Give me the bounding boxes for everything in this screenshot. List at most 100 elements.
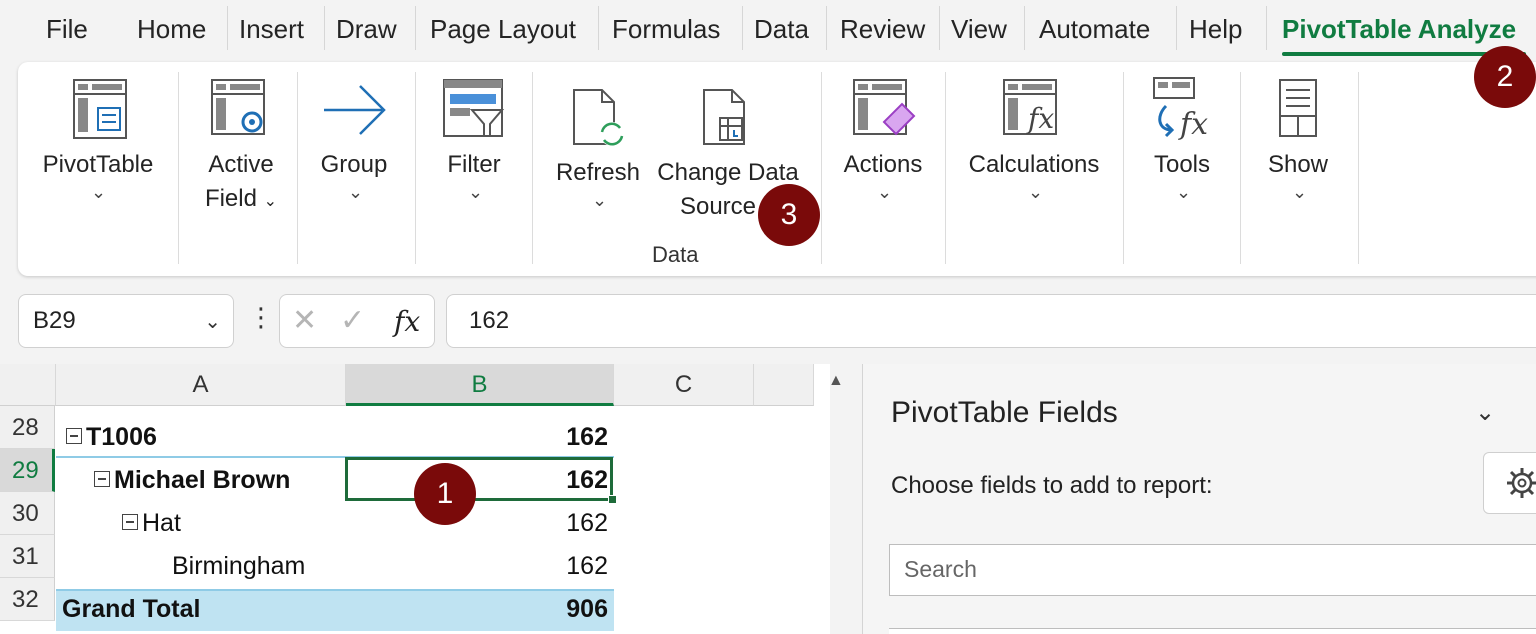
pane-settings-button[interactable]	[1483, 452, 1536, 514]
actions-label: Actions	[843, 151, 923, 178]
actions-button[interactable]: Actions ⌄	[828, 72, 938, 262]
chevron-down-icon: ⌄	[468, 182, 484, 202]
pivottable-label: PivotTable	[42, 151, 154, 178]
tab-insert[interactable]: Insert	[239, 14, 304, 45]
name-box[interactable]: B29 ⌄	[18, 294, 234, 348]
pivot-cell-label[interactable]: Birmingham	[172, 545, 305, 588]
fill-handle[interactable]	[608, 495, 617, 504]
gear-icon	[1507, 468, 1536, 498]
name-box-value: B29	[33, 307, 76, 334]
tab-separator	[1024, 6, 1025, 50]
row-header[interactable]: 29	[0, 449, 55, 492]
chevron-down-icon[interactable]: ⌄	[1475, 398, 1495, 427]
grand-total-value[interactable]: 906	[346, 588, 614, 631]
filter-icon	[443, 79, 505, 137]
ribbon-separator	[1240, 72, 1241, 264]
column-header-c[interactable]: C	[614, 364, 754, 406]
select-all-corner[interactable]	[0, 364, 56, 406]
collapse-icon[interactable]	[122, 514, 138, 531]
tab-pivottable-analyze[interactable]: PivotTable Analyze	[1282, 14, 1516, 45]
grand-total-label[interactable]: Grand Total	[62, 588, 200, 631]
formula-input[interactable]: 162	[446, 294, 1536, 348]
step-badge-3: 3	[758, 184, 820, 246]
more-options-icon[interactable]: ⋮	[248, 302, 274, 333]
row-header[interactable]: 31	[0, 535, 55, 578]
tab-formulas[interactable]: Formulas	[612, 14, 720, 45]
enter-icon[interactable]: ✓	[340, 303, 365, 338]
tab-separator	[939, 6, 940, 50]
refresh-icon	[573, 89, 624, 146]
pivottable-icon	[73, 79, 127, 139]
pivot-cell-value[interactable]: 162	[346, 502, 614, 545]
formula-buttons: ✕ ✓ fx	[279, 294, 435, 348]
refresh-button[interactable]: Refresh ⌄	[548, 72, 648, 262]
field-search-input[interactable]: Search	[889, 544, 1536, 596]
tab-separator	[826, 6, 827, 50]
chevron-down-icon[interactable]: ⌄	[204, 309, 221, 334]
tab-home[interactable]: Home	[137, 14, 206, 45]
tab-separator	[324, 6, 325, 50]
tab-help[interactable]: Help	[1189, 14, 1242, 45]
step-badge-1: 1	[414, 463, 476, 525]
column-header-d[interactable]	[754, 364, 814, 406]
cancel-icon[interactable]: ✕	[292, 303, 317, 338]
active-field-label-text: Field	[204, 185, 257, 212]
calculations-fx-icon: fx	[1003, 79, 1057, 135]
active-cell-selection	[345, 457, 613, 501]
chevron-down-icon: ⌄	[877, 182, 893, 202]
pivot-cell-label[interactable]: Hat	[122, 502, 181, 545]
tab-automate[interactable]: Automate	[1039, 14, 1150, 45]
pivottable-fields-pane: PivotTable Fields ⌄ Choose fields to add…	[862, 364, 1536, 634]
ribbon-separator	[297, 72, 298, 264]
chevron-down-icon: ⌄	[263, 193, 278, 210]
ribbon-separator	[415, 72, 416, 264]
tab-separator	[415, 6, 416, 50]
pivottable-button[interactable]: PivotTable ⌄	[38, 72, 158, 262]
pivot-cell-text: T1006	[86, 423, 157, 451]
row-header[interactable]: 32	[0, 578, 55, 621]
pivot-cell-value[interactable]: 162	[346, 416, 614, 459]
insert-function-icon[interactable]: fx	[394, 305, 420, 338]
collapse-icon[interactable]	[94, 471, 110, 488]
tab-separator	[598, 6, 599, 50]
tab-view[interactable]: View	[951, 14, 1007, 45]
tools-label: Tools	[1153, 151, 1211, 178]
pane-subtitle: Choose fields to add to report:	[891, 472, 1213, 499]
ribbon-separator	[821, 72, 822, 264]
ribbon-separator	[178, 72, 179, 264]
show-button[interactable]: Show ⌄	[1248, 72, 1348, 262]
active-field-label-2: Field ⌄	[186, 182, 296, 219]
step-badge-2: 2	[1474, 46, 1536, 108]
column-header-b[interactable]: B	[346, 364, 614, 406]
chevron-down-icon: ⌄	[91, 182, 107, 202]
field-list[interactable]	[889, 628, 1536, 634]
pivot-cell-label[interactable]: T1006	[66, 416, 157, 459]
tools-button[interactable]: fx Tools ⌄	[1130, 72, 1234, 262]
tab-page-layout[interactable]: Page Layout	[430, 14, 576, 45]
group-label: Group	[320, 151, 388, 178]
group-button[interactable]: Group ⌄	[304, 72, 404, 262]
search-placeholder: Search	[904, 556, 977, 582]
menu-bar: File Home Insert Draw Page Layout Formul…	[0, 0, 1536, 62]
calculations-button[interactable]: fx Calculations ⌄	[954, 72, 1114, 262]
formula-value: 162	[469, 307, 510, 334]
tab-data[interactable]: Data	[754, 14, 809, 45]
pivot-cell-value[interactable]: 162	[346, 545, 614, 588]
collapse-icon[interactable]	[66, 428, 82, 445]
tab-file[interactable]: File	[46, 14, 88, 45]
tab-review[interactable]: Review	[840, 14, 925, 45]
row-header[interactable]: 28	[0, 406, 55, 449]
active-field-label-1: Active	[208, 151, 274, 178]
filter-button[interactable]: Filter ⌄	[422, 72, 526, 262]
column-header-a[interactable]: A	[56, 364, 346, 406]
tab-separator	[227, 6, 228, 50]
pivot-cell-label[interactable]: Michael Brown	[94, 459, 290, 502]
chevron-down-icon: ⌄	[1028, 182, 1044, 202]
tab-separator	[1176, 6, 1177, 50]
row-header[interactable]: 30	[0, 492, 55, 535]
show-label: Show	[1267, 151, 1329, 178]
active-field-button[interactable]: Active Field ⌄	[186, 72, 296, 262]
tab-draw[interactable]: Draw	[336, 14, 397, 45]
change-data-source-icon	[703, 89, 745, 145]
scroll-up-icon[interactable]: ▲	[828, 372, 844, 390]
